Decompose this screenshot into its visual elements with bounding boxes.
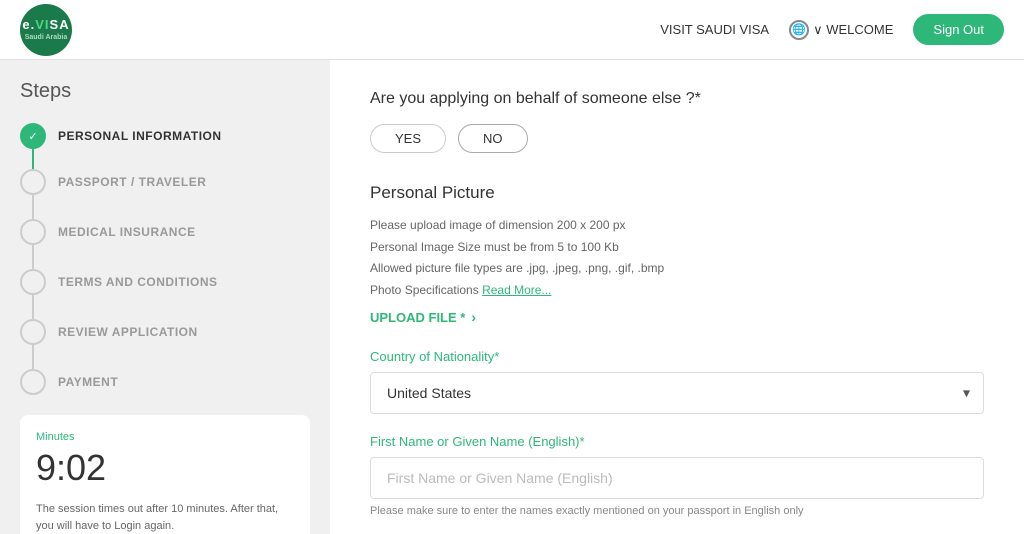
upload-info-line3: Allowed picture file types are .jpg, .jp… [370, 261, 664, 275]
step-label-terms-conditions: TERMS AND CONDITIONS [58, 275, 218, 289]
step-label-medical-insurance: MEDICAL INSURANCE [58, 225, 196, 239]
upload-info-line4: Photo Specifications [370, 283, 479, 297]
step-circle-review-application [20, 319, 46, 345]
behalf-radio-group: YES NO [370, 124, 984, 153]
first-name-input[interactable] [370, 457, 984, 499]
step-circle-terms-conditions [20, 269, 46, 295]
welcome-label: ∨ WELCOME [813, 22, 893, 38]
logo: e.VISA Saudi Arabia [20, 4, 72, 56]
timer-description: The session times out after 10 minutes. … [36, 501, 294, 534]
first-name-note: Please make sure to enter the names exac… [370, 505, 984, 517]
signout-button[interactable]: Sign Out [913, 14, 1004, 45]
sidebar: Steps ✓ PERSONAL INFORMATION PASSPORT / … [0, 60, 330, 534]
step-connector-5 [32, 345, 34, 369]
steps-title: Steps [20, 80, 310, 103]
header-right: VISIT SAUDI VISA 🌐 ∨ WELCOME Sign Out [660, 14, 1004, 45]
personal-picture-title: Personal Picture [370, 183, 984, 203]
header: e.VISA Saudi Arabia VISIT SAUDI VISA 🌐 ∨… [0, 0, 1024, 60]
step-circle-personal-information: ✓ [20, 123, 46, 149]
timer-label: Minutes [36, 431, 294, 443]
main-layout: Steps ✓ PERSONAL INFORMATION PASSPORT / … [0, 60, 1024, 534]
country-select[interactable]: United States [370, 372, 984, 414]
step-item-medical-insurance[interactable]: MEDICAL INSURANCE [20, 219, 310, 245]
read-more-link[interactable]: Read More... [482, 283, 551, 297]
step-connector-2 [32, 195, 34, 219]
step-label-payment: PAYMENT [58, 375, 118, 389]
country-select-wrapper: United States ▾ [370, 372, 984, 414]
globe-icon: 🌐 [789, 20, 809, 40]
step-divider-1 [32, 149, 34, 169]
upload-info-line1: Please upload image of dimension 200 x 2… [370, 218, 626, 232]
step-label-personal-information: PERSONAL INFORMATION [58, 129, 222, 143]
yes-button[interactable]: YES [370, 124, 446, 153]
step-circle-passport-traveler [20, 169, 46, 195]
step-item-terms-conditions[interactable]: TERMS AND CONDITIONS [20, 269, 310, 295]
first-name-label: First Name or Given Name (English)* [370, 434, 984, 449]
timer-card: Minutes 9:02 The session times out after… [20, 415, 310, 534]
step-label-passport-traveler: PASSPORT / TRAVELER [58, 175, 206, 189]
step-label-review-application: REVIEW APPLICATION [58, 325, 198, 339]
upload-file-label: UPLOAD FILE * [370, 310, 465, 325]
step-circle-payment [20, 369, 46, 395]
upload-arrow-icon: › [471, 309, 476, 325]
step-connector-3 [32, 245, 34, 269]
upload-file-link[interactable]: UPLOAD FILE * › [370, 309, 984, 325]
content-area: Are you applying on behalf of someone el… [330, 60, 1024, 534]
step-item-review-application[interactable]: REVIEW APPLICATION [20, 319, 310, 345]
behalf-question: Are you applying on behalf of someone el… [370, 90, 984, 108]
step-connector-4 [32, 295, 34, 319]
logo-icon: e.VISA Saudi Arabia [20, 4, 72, 56]
step-item-payment[interactable]: PAYMENT [20, 369, 310, 395]
no-button[interactable]: NO [458, 124, 528, 153]
visit-saudi-label: VISIT SAUDI VISA [660, 22, 769, 37]
upload-info-block: Please upload image of dimension 200 x 2… [370, 215, 984, 301]
upload-info-line2: Personal Image Size must be from 5 to 10… [370, 240, 619, 254]
country-label: Country of Nationality* [370, 349, 984, 364]
step-item-passport-traveler[interactable]: PASSPORT / TRAVELER [20, 169, 310, 195]
timer-value: 9:02 [36, 447, 294, 489]
step-circle-medical-insurance [20, 219, 46, 245]
language-selector[interactable]: 🌐 ∨ WELCOME [789, 20, 893, 40]
step-item-personal-information[interactable]: ✓ PERSONAL INFORMATION [20, 123, 310, 149]
